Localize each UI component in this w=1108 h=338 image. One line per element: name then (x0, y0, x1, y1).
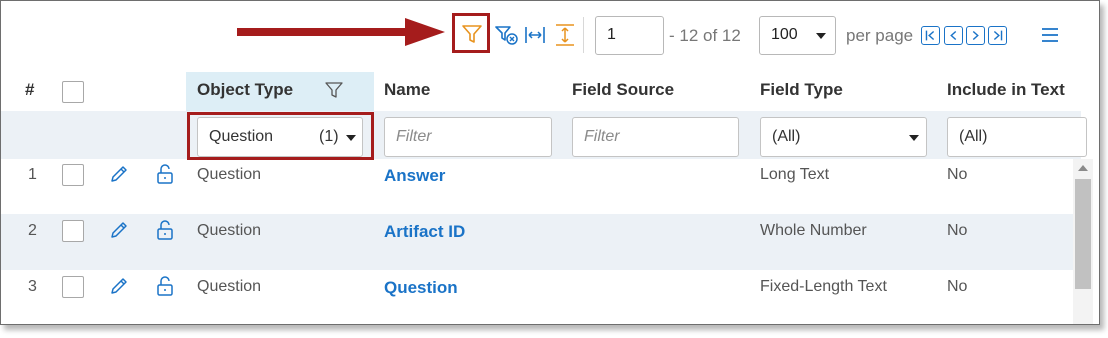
include-in-text-cell: No (947, 278, 968, 295)
include-in-text-cell: No (947, 166, 968, 183)
page-number-value: 1 (607, 26, 616, 43)
column-header-name[interactable]: Name (384, 80, 430, 100)
filter-icon[interactable] (461, 23, 483, 45)
table-row[interactable]: 1 Question Answer Long Text No (1, 159, 1073, 215)
chevron-down-icon (816, 33, 826, 39)
column-header-index: # (25, 80, 35, 99)
field-type-cell: Fixed-Length Text (760, 278, 887, 295)
table-header-row (1, 72, 1099, 112)
row-checkbox[interactable] (62, 220, 84, 242)
row-number: 1 (28, 166, 37, 183)
object-type-filter-highlight (187, 112, 374, 160)
per-page-label: per page (846, 26, 914, 45)
row-number: 3 (28, 278, 37, 295)
row-checkbox[interactable] (62, 276, 84, 298)
name-link[interactable]: Artifact ID (384, 222, 465, 242)
select-all-checkbox[interactable] (62, 81, 84, 103)
expand-rows-icon[interactable] (554, 23, 576, 47)
unlock-icon[interactable] (154, 275, 176, 297)
hamburger-menu-icon[interactable] (1041, 27, 1059, 43)
name-link[interactable]: Question (384, 278, 458, 298)
clear-filters-icon[interactable] (495, 24, 519, 46)
field-type-filter-select[interactable]: (All) (760, 117, 927, 157)
table-row[interactable]: 3 Question Question Fixed-Length Text No (1, 270, 1073, 324)
name-link[interactable]: Answer (384, 166, 445, 186)
scrollbar-thumb[interactable] (1075, 179, 1091, 289)
toolbar-divider (583, 17, 584, 53)
fit-columns-icon[interactable] (524, 25, 546, 45)
list-view-panel: 1 - 12 of 12 100 per page # Object Type … (0, 0, 1100, 325)
column-header-field-type[interactable]: Field Type (760, 80, 843, 100)
scroll-up-icon[interactable] (1077, 163, 1089, 173)
per-page-value: 100 (771, 26, 798, 43)
unlock-icon[interactable] (154, 219, 176, 241)
include-in-text-filter-value: (All) (959, 128, 988, 145)
last-page-icon[interactable] (988, 26, 1007, 45)
field-type-filter-value: (All) (772, 128, 801, 145)
include-in-text-filter-select[interactable]: (All) (947, 117, 1087, 157)
column-filter-icon[interactable] (324, 80, 344, 100)
edit-pencil-icon[interactable] (108, 163, 130, 185)
field-type-cell: Long Text (760, 166, 830, 183)
edit-pencil-icon[interactable] (108, 219, 130, 241)
table-row[interactable]: 2 Question Artifact ID Whole Number No (1, 214, 1073, 270)
result-count: - 12 of 12 (669, 26, 741, 45)
field-source-filter-placeholder: Filter (584, 128, 620, 145)
annotation-arrow (237, 18, 445, 46)
name-filter-input[interactable]: Filter (384, 117, 552, 157)
object-type-cell: Question (197, 222, 262, 239)
edit-pencil-icon[interactable] (108, 275, 130, 297)
column-header-field-source[interactable]: Field Source (572, 80, 674, 100)
row-number: 2 (28, 222, 37, 239)
object-type-cell: Question (197, 278, 262, 295)
next-page-icon[interactable] (966, 26, 985, 45)
per-page-select[interactable]: 100 (759, 16, 836, 55)
column-header-object-type[interactable]: Object Type (197, 80, 293, 100)
first-page-icon[interactable] (921, 26, 940, 45)
field-source-filter-input[interactable]: Filter (572, 117, 739, 157)
page-number-input[interactable]: 1 (595, 16, 664, 55)
object-type-cell: Question (197, 166, 262, 183)
row-checkbox[interactable] (62, 164, 84, 186)
unlock-icon[interactable] (154, 163, 176, 185)
column-header-include-in-text[interactable]: Include in Text (947, 80, 1065, 100)
chevron-down-icon (909, 135, 919, 141)
field-type-cell: Whole Number (760, 222, 867, 239)
previous-page-icon[interactable] (944, 26, 963, 45)
name-filter-placeholder: Filter (396, 128, 432, 145)
include-in-text-cell: No (947, 222, 968, 239)
